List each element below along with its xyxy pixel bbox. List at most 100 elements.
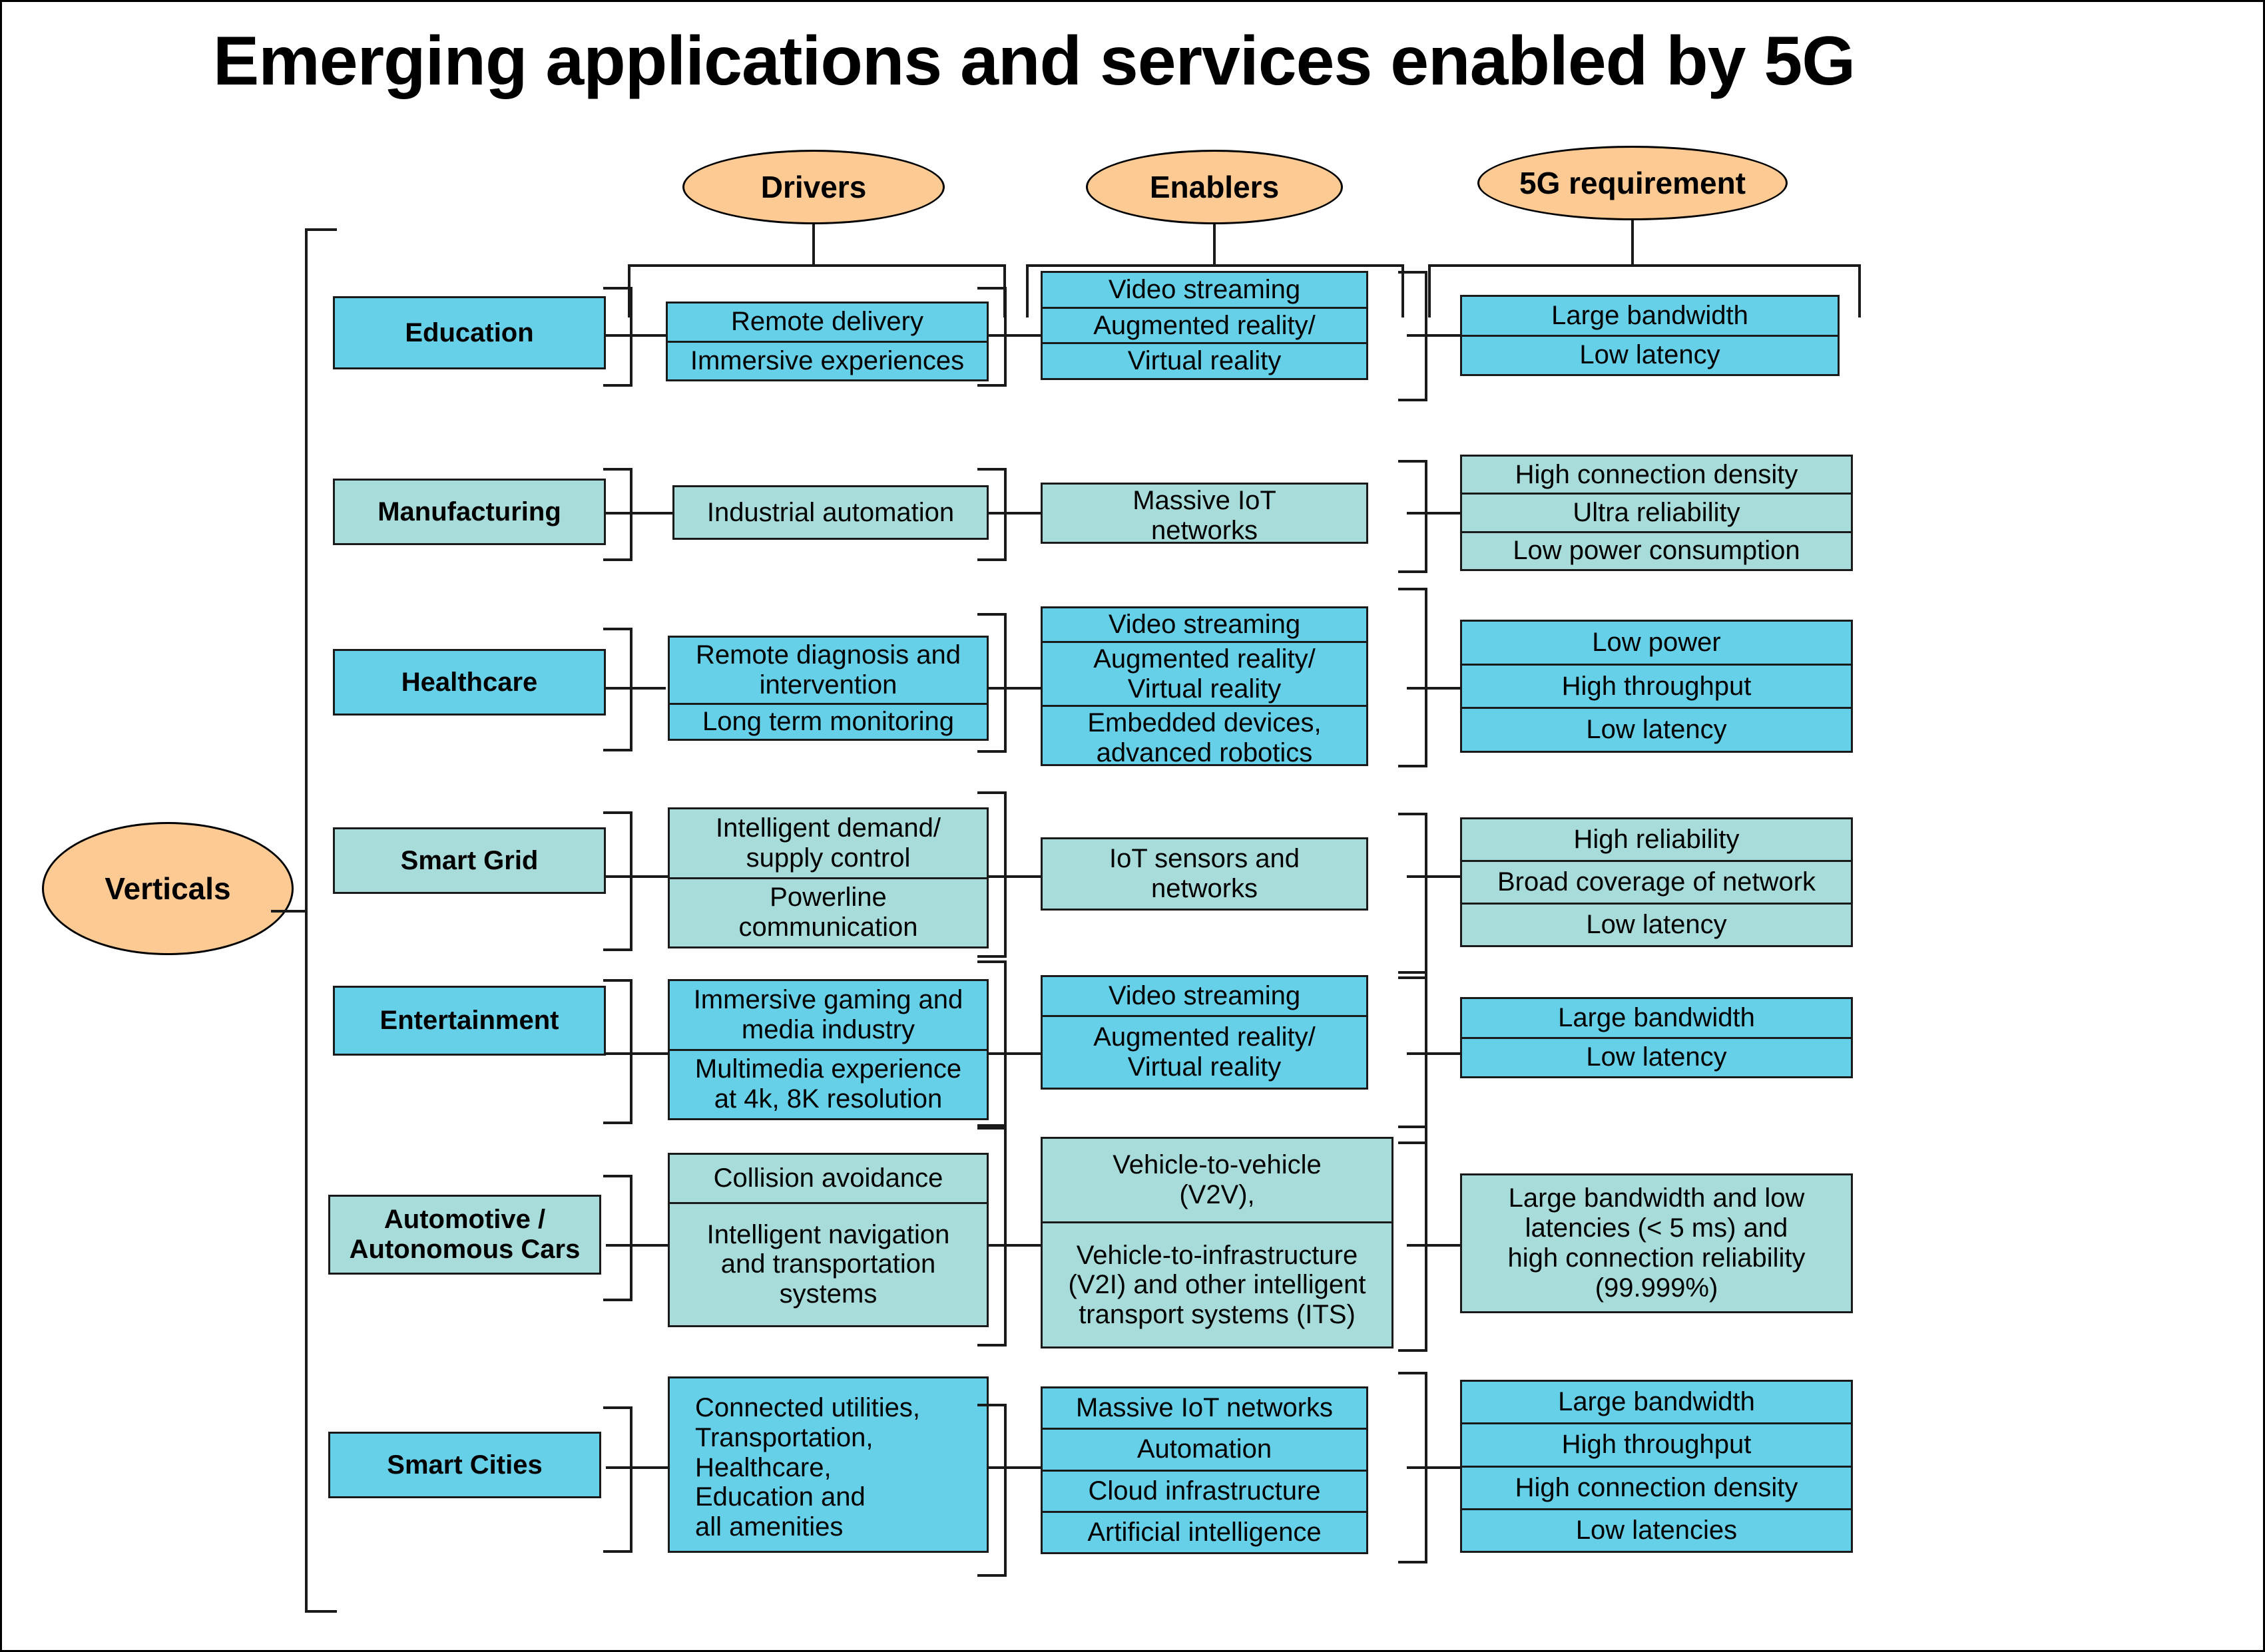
bracket-healthcare-req-bot	[1398, 765, 1427, 767]
enabler-cell: Video streaming	[1108, 274, 1301, 304]
drivers-box-manufacturing[interactable]: Industrial automation	[672, 485, 989, 540]
requirements-box-healthcare[interactable]: Low power High throughput Low latency	[1460, 620, 1853, 753]
enabler-cell: IoT sensors and networks	[1109, 844, 1300, 903]
requirements-box-entertainment[interactable]: Large bandwidth Low latency	[1460, 997, 1853, 1078]
driver-cell: Long term monitoring	[670, 703, 987, 739]
ellipse-verticals: Verticals	[42, 822, 294, 955]
bracket-smartcities-req-bot	[1398, 1561, 1427, 1563]
drivers-box-automotive[interactable]: Collision avoidance Intelligent navigati…	[668, 1153, 989, 1327]
vertical-box-automotive[interactable]: Automotive / Autonomous Cars	[328, 1195, 601, 1275]
bracket-education-req-bot	[1398, 399, 1427, 401]
ellipse-enablers-label: Enablers	[1149, 170, 1280, 204]
bracket-entertainment-drivers-bot	[603, 1122, 632, 1124]
verticals-bracket-spine	[305, 228, 308, 1613]
link-manufacturing-to-req	[1407, 512, 1463, 515]
enablers-box-healthcare[interactable]: Video streaming Augmented reality/ Virtu…	[1041, 606, 1368, 766]
requirements-box-manufacturing[interactable]: High connection density Ultra reliabilit…	[1460, 455, 1853, 571]
enabler-cell: Augmented reality/ Virtual reality	[1043, 640, 1366, 706]
link-education-to-enablers	[989, 334, 1042, 337]
enabler-cell: Embedded devices, advanced robotics	[1043, 705, 1366, 764]
diagram-canvas: Emerging applications and services enabl…	[0, 0, 2265, 1652]
enabler-cell: Artificial intelligence	[1043, 1510, 1366, 1552]
enabler-cell: Augmented reality/	[1043, 306, 1366, 343]
bracket-smartcities-enablers	[1004, 1404, 1007, 1577]
requirement-cell: Low power consumption	[1462, 530, 1851, 569]
vertical-box-smart-cities[interactable]: Smart Cities	[328, 1432, 601, 1498]
bracket-education-enablers-top	[977, 287, 1007, 290]
bracket-manufacturing-drivers	[630, 468, 632, 561]
enablers-box-entertainment[interactable]: Video streaming Augmented reality/ Virtu…	[1041, 975, 1368, 1090]
enablers-box-education[interactable]: Video streaming Augmented reality/ Virtu…	[1041, 271, 1368, 380]
bracket-automotive-enablers-bot	[977, 1344, 1007, 1346]
bracket-smartgrid-drivers	[630, 811, 632, 951]
bracket-smartcities-drivers-bot	[603, 1550, 632, 1553]
enablers-box-smart-grid[interactable]: IoT sensors and networks	[1041, 837, 1368, 911]
requirement-cell: Ultra reliability	[1462, 493, 1851, 530]
enablers-box-smart-cities[interactable]: Massive IoT networks Automation Cloud in…	[1041, 1386, 1368, 1554]
driver-cell: Intelligent navigation and transportatio…	[670, 1201, 987, 1325]
bracket-automotive-req	[1425, 1126, 1427, 1352]
requirement-cell: Low latency	[1462, 707, 1851, 751]
requirements-box-education[interactable]: Large bandwidth Low latency	[1460, 295, 1840, 376]
bracket-healthcare-drivers-bot	[603, 749, 632, 751]
bracket-manufacturing-enablers-top	[977, 468, 1007, 471]
bracket-automotive-req-bot	[1398, 1349, 1427, 1352]
bracket-automotive-enablers	[1004, 1127, 1007, 1346]
link-healthcare-to-req	[1407, 687, 1463, 690]
drivers-box-entertainment[interactable]: Immersive gaming and media industry Mult…	[668, 979, 989, 1120]
page-title: Emerging applications and services enabl…	[212, 23, 1856, 100]
vertical-box-entertainment[interactable]: Entertainment	[333, 986, 606, 1056]
driver-cell: Remote diagnosis and intervention	[695, 640, 961, 700]
enablers-box-manufacturing[interactable]: Massive IoT networks	[1041, 483, 1368, 544]
link-entertainment-to-req	[1407, 1052, 1463, 1055]
vertical-label: Entertainment	[379, 1006, 559, 1036]
enabler-cell: Augmented reality/ Virtual reality	[1043, 1015, 1366, 1088]
bracket-smartgrid-enablers	[1004, 791, 1007, 958]
driver-cell: Intelligent demand/ supply control	[715, 813, 941, 873]
bracket-entertainment-enablers	[1004, 960, 1007, 1127]
driver-cell: Remote delivery	[730, 307, 923, 337]
drivers-box-smart-grid[interactable]: Intelligent demand/ supply control Power…	[668, 807, 989, 948]
enablers-box-automotive[interactable]: Vehicle-to-vehicle (V2V), Vehicle-to-inf…	[1041, 1137, 1393, 1348]
requirement-cell: High throughput	[1462, 663, 1851, 708]
requirements-box-smart-grid[interactable]: High reliability Broad coverage of netwo…	[1460, 817, 1853, 947]
driver-cell: Connected utilities, Transportation, Hea…	[695, 1393, 920, 1542]
link-smartcities-to-enablers	[989, 1466, 1042, 1469]
bracket-entertainment-drivers	[630, 979, 632, 1124]
ellipse-5g-requirement-label: 5G requirement	[1519, 166, 1746, 200]
enabler-cell: Video streaming	[1108, 981, 1301, 1011]
bracket-entertainment-drivers-top	[603, 979, 632, 982]
bracket-manufacturing-req-top	[1398, 460, 1427, 463]
verticals-bracket-top-tick	[305, 228, 337, 231]
requirement-cell: High throughput	[1462, 1422, 1851, 1465]
driver-cell: Immersive gaming and media industry	[693, 984, 963, 1044]
bracket-education-enablers-bot	[977, 384, 1007, 387]
vertical-box-education[interactable]: Education	[333, 296, 606, 369]
vertical-box-manufacturing[interactable]: Manufacturing	[333, 479, 606, 545]
link-automotive-to-drivers	[606, 1244, 672, 1247]
requirements-box-smart-cities[interactable]: Large bandwidth High throughput High con…	[1460, 1380, 1853, 1553]
drivers-box-education[interactable]: Remote delivery Immersive experiences	[666, 302, 989, 381]
ellipse-5g-requirement: 5G requirement	[1477, 146, 1788, 220]
vertical-box-smart-grid[interactable]: Smart Grid	[333, 827, 606, 894]
driver-cell: Industrial automation	[706, 497, 955, 527]
drivers-box-healthcare[interactable]: Remote diagnosis and intervention Long t…	[668, 636, 989, 741]
link-healthcare-to-enablers	[989, 687, 1042, 690]
driver-cell: Multimedia experience at 4k, 8K resoluti…	[670, 1048, 987, 1119]
driver-cell: Powerline communication	[670, 877, 987, 947]
enabler-cell: Automation	[1043, 1428, 1366, 1469]
bracket-healthcare-req	[1425, 588, 1427, 767]
bracket-automotive-req-top	[1398, 1126, 1427, 1128]
drivers-box-smart-cities[interactable]: Connected utilities, Transportation, Hea…	[668, 1376, 989, 1553]
bracket-healthcare-enablers-bot	[977, 750, 1007, 753]
requirements-box-automotive[interactable]: Large bandwidth and low latencies (< 5 m…	[1460, 1173, 1853, 1313]
bracket-manufacturing-drivers-top	[603, 468, 632, 471]
connector-drivers-bar	[628, 264, 1006, 267]
bracket-entertainment-req-bot	[1398, 1141, 1427, 1144]
vertical-box-healthcare[interactable]: Healthcare	[333, 649, 606, 716]
requirement-cell: Large bandwidth	[1558, 1002, 1755, 1032]
bracket-manufacturing-req	[1425, 460, 1427, 573]
link-manufacturing-to-drivers	[606, 512, 672, 515]
enabler-cell: Vehicle-to-vehicle (V2V),	[1113, 1150, 1322, 1210]
vertical-label: Education	[405, 317, 534, 347]
